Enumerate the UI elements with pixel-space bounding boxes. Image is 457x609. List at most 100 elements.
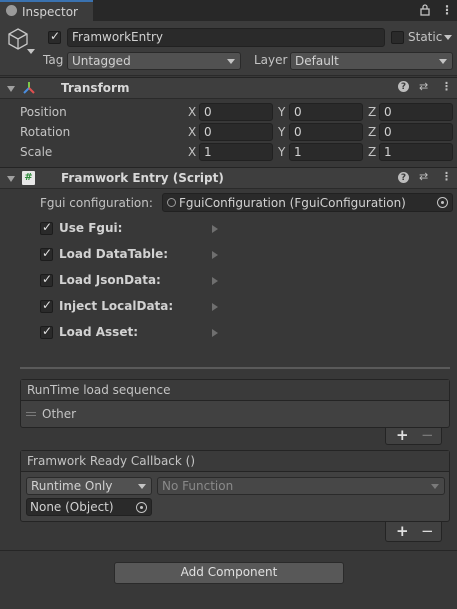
foldout-arrow-icon[interactable] — [7, 86, 15, 92]
runtime-mode-value: Runtime Only — [31, 479, 113, 493]
foldout-arrow-icon[interactable] — [212, 251, 218, 259]
transform-row-position: Position X 0 Y 0 Z 0 — [0, 101, 457, 121]
object-name-field[interactable]: FramworkEntry — [67, 28, 385, 47]
scriptable-object-icon — [167, 198, 176, 207]
toggle-inject-localdata[interactable]: Inject LocalData: — [40, 298, 240, 316]
script-title: Framwork Entry (Script) — [61, 171, 224, 185]
info-icon — [6, 5, 17, 16]
add-component-button[interactable]: Add Component — [114, 562, 344, 584]
rotation-y-field[interactable]: 0 — [289, 123, 363, 141]
kebab-menu-icon[interactable]: ⋮ — [441, 3, 453, 17]
active-checkbox[interactable] — [48, 29, 61, 44]
foldout-arrow-icon[interactable] — [212, 303, 218, 311]
scale-x-field[interactable]: 1 — [199, 143, 273, 161]
position-x-field[interactable]: 0 — [199, 103, 273, 121]
preset-icon[interactable]: ⇄ — [419, 170, 428, 183]
axis-y-label[interactable]: Y — [278, 125, 285, 139]
fgui-config-field[interactable]: FguiConfiguration (FguiConfiguration) — [162, 193, 453, 212]
help-icon[interactable]: ? — [398, 172, 409, 183]
tag-value: Untagged — [72, 54, 131, 68]
position-z-field[interactable]: 0 — [379, 103, 453, 121]
list-item[interactable]: Other — [21, 402, 449, 426]
script-file-icon: # — [22, 171, 35, 185]
kebab-menu-icon[interactable]: ⋮ — [441, 80, 452, 93]
add-item-button[interactable]: + — [396, 426, 409, 444]
separator — [0, 550, 457, 551]
chevron-down-icon — [439, 59, 447, 64]
toggle-label: Use Fgui: — [59, 221, 123, 235]
axis-z-label[interactable]: Z — [368, 105, 376, 119]
lock-icon[interactable] — [420, 4, 430, 19]
toggle-label: Load JsonData: — [59, 273, 161, 287]
axis-x-label[interactable]: X — [188, 125, 196, 139]
sequence-list-header: RunTime load sequence — [21, 380, 449, 401]
remove-callback-button[interactable]: − — [421, 522, 434, 540]
help-icon[interactable]: ? — [398, 81, 409, 92]
toggle-checkbox[interactable] — [40, 272, 53, 287]
transform-header[interactable]: Transform ? ⇄ ⋮ — [0, 77, 457, 99]
cube-icon[interactable] — [7, 27, 29, 54]
foldout-arrow-icon[interactable] — [212, 329, 218, 337]
toggle-use-fgui[interactable]: Use Fgui: — [40, 220, 240, 238]
rotation-z-field[interactable]: 0 — [379, 123, 453, 141]
toggle-label: Load Asset: — [59, 325, 139, 339]
cube-dropdown-caret-icon[interactable] — [27, 49, 35, 54]
transform-row-scale: Scale X 1 Y 1 Z 1 — [0, 141, 457, 161]
layer-dropdown[interactable]: Default — [290, 52, 453, 70]
tab-label: Inspector — [22, 5, 78, 19]
object-picker-icon[interactable] — [437, 197, 448, 208]
add-callback-button[interactable]: + — [396, 522, 409, 540]
transform-body: Position X 0 Y 0 Z 0 Rotation X 0 Y 0 Z … — [0, 99, 457, 165]
static-checkbox[interactable] — [391, 31, 404, 44]
foldout-arrow-icon[interactable] — [212, 277, 218, 285]
tag-dropdown[interactable]: Untagged — [67, 52, 241, 70]
target-object-field[interactable]: None (Object) — [26, 498, 152, 516]
transform-row-rotation: Rotation X 0 Y 0 Z 0 — [0, 121, 457, 141]
toggle-load-datatable[interactable]: Load DataTable: — [40, 246, 240, 264]
axis-x-label[interactable]: X — [188, 105, 196, 119]
transform-icon — [22, 81, 36, 98]
script-header[interactable]: # Framwork Entry (Script) ? ⇄ ⋮ — [0, 167, 457, 189]
static-caret-icon[interactable] — [444, 35, 452, 40]
chevron-down-icon — [138, 484, 146, 489]
toggle-checkbox[interactable] — [40, 220, 53, 235]
chevron-down-icon — [431, 484, 439, 489]
kebab-menu-icon[interactable]: ⋮ — [441, 170, 452, 183]
toggle-load-jsondata[interactable]: Load JsonData: — [40, 272, 240, 290]
toggle-checkbox[interactable] — [40, 246, 53, 261]
scale-z-field[interactable]: 1 — [379, 143, 453, 161]
object-picker-icon[interactable] — [136, 502, 147, 513]
scale-y-field[interactable]: 1 — [289, 143, 363, 161]
toggle-load-asset[interactable]: Load Asset: — [40, 324, 240, 342]
toggle-checkbox[interactable] — [40, 324, 53, 339]
function-value: No Function — [162, 479, 234, 493]
callback-title: Framwork Ready Callback () — [27, 454, 196, 468]
axis-x-label[interactable]: X — [188, 145, 196, 159]
gameobject-header: FramworkEntry Static Tag Untagged Layer … — [0, 21, 457, 76]
axis-z-label[interactable]: Z — [368, 145, 376, 159]
callback-event: Framwork Ready Callback () Runtime Only … — [20, 450, 450, 522]
callback-footer: + − — [385, 522, 442, 542]
target-object-value: None (Object) — [30, 500, 114, 514]
function-dropdown[interactable]: No Function — [157, 477, 445, 495]
axis-z-label[interactable]: Z — [368, 125, 376, 139]
toggle-label: Inject LocalData: — [59, 299, 174, 313]
toggle-label: Load DataTable: — [59, 247, 169, 261]
tab-inspector[interactable]: Inspector — [0, 0, 93, 21]
rotation-x-field[interactable]: 0 — [199, 123, 273, 141]
row-label: Position — [20, 105, 67, 119]
runtime-mode-dropdown[interactable]: Runtime Only — [26, 477, 152, 495]
static-label[interactable]: Static — [408, 30, 442, 44]
position-y-field[interactable]: 0 — [289, 103, 363, 121]
row-label: Scale — [20, 145, 53, 159]
axis-y-label[interactable]: Y — [278, 105, 285, 119]
transform-title: Transform — [61, 81, 130, 95]
remove-item-button[interactable]: − — [421, 426, 434, 444]
preset-icon[interactable]: ⇄ — [419, 80, 428, 93]
toggle-checkbox[interactable] — [40, 298, 53, 313]
drag-handle-icon[interactable] — [26, 412, 36, 416]
axis-y-label[interactable]: Y — [278, 145, 285, 159]
foldout-arrow-icon[interactable] — [7, 176, 15, 182]
foldout-arrow-icon[interactable] — [212, 225, 218, 233]
tab-bar: Inspector ⋮ — [0, 0, 457, 21]
